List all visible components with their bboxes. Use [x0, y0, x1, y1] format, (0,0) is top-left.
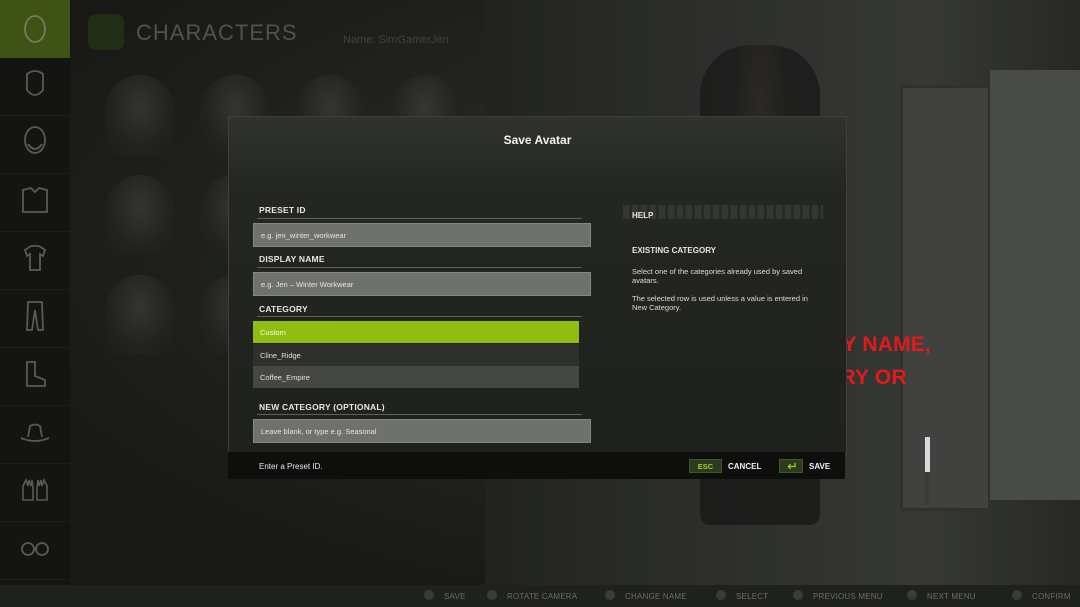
control-select[interactable]: SELECT — [736, 592, 768, 601]
control-previous-menu[interactable]: PREVIOUS MENU — [813, 592, 883, 601]
new-category-input[interactable]: Leave blank, or type e.g. Seasonal — [253, 419, 591, 443]
preset-id-input[interactable]: e.g. jen_winter_workwear — [253, 223, 591, 247]
rotate-icon — [487, 590, 497, 600]
category-option-cline-ridge[interactable]: Cline_Ridge — [253, 344, 579, 366]
help-text: The selected row is used unless a value … — [632, 294, 808, 312]
cancel-button[interactable]: CANCEL — [728, 462, 761, 471]
esc-key-badge: ESC — [689, 459, 722, 473]
key-icon — [793, 590, 803, 600]
control-change-name[interactable]: CHANGE NAME — [625, 592, 687, 601]
save-button[interactable]: SAVE — [809, 462, 830, 471]
category-option-coffee-empire[interactable]: Coffee_Empire — [253, 366, 579, 388]
control-save[interactable]: SAVE — [444, 592, 466, 601]
control-next-menu[interactable]: NEXT MENU — [927, 592, 976, 601]
control-confirm[interactable]: CONFIRM — [1032, 592, 1071, 601]
key-icon — [716, 590, 726, 600]
key-icon — [605, 590, 615, 600]
category-label: CATEGORY — [259, 304, 308, 314]
dialog-footer: Enter a Preset ID. ESC CANCEL SAVE — [228, 452, 845, 479]
divider — [257, 414, 582, 415]
bottom-control-bar: SAVE ROTATE CAMERA CHANGE NAME SELECT PR… — [0, 585, 1080, 607]
save-avatar-dialog: Save Avatar PRESET ID e.g. jen_winter_wo… — [228, 116, 847, 454]
help-subtitle: EXISTING CATEGORY — [632, 246, 717, 255]
display-name-input[interactable]: e.g. Jen – Winter Workwear — [253, 272, 591, 296]
control-rotate-camera[interactable]: ROTATE CAMERA — [507, 592, 577, 601]
key-icon — [907, 590, 917, 600]
category-option-custom[interactable]: Custom — [253, 321, 579, 343]
scrollbar-thumb[interactable] — [925, 437, 930, 472]
display-name-label: DISPLAY NAME — [259, 254, 325, 264]
new-category-label: NEW CATEGORY (OPTIONAL) — [259, 402, 385, 412]
dialog-title: Save Avatar — [503, 133, 572, 147]
divider — [257, 316, 582, 317]
divider — [257, 267, 582, 268]
divider — [257, 218, 582, 219]
key-icon — [424, 590, 434, 600]
footer-hint: Enter a Preset ID. — [259, 462, 323, 471]
enter-icon — [786, 462, 797, 473]
help-text: Select one of the categories already use… — [632, 267, 803, 285]
enter-key-badge — [779, 459, 803, 473]
key-icon — [1012, 590, 1022, 600]
preset-id-label: PRESET ID — [259, 205, 306, 215]
help-title: HELP — [632, 211, 654, 220]
